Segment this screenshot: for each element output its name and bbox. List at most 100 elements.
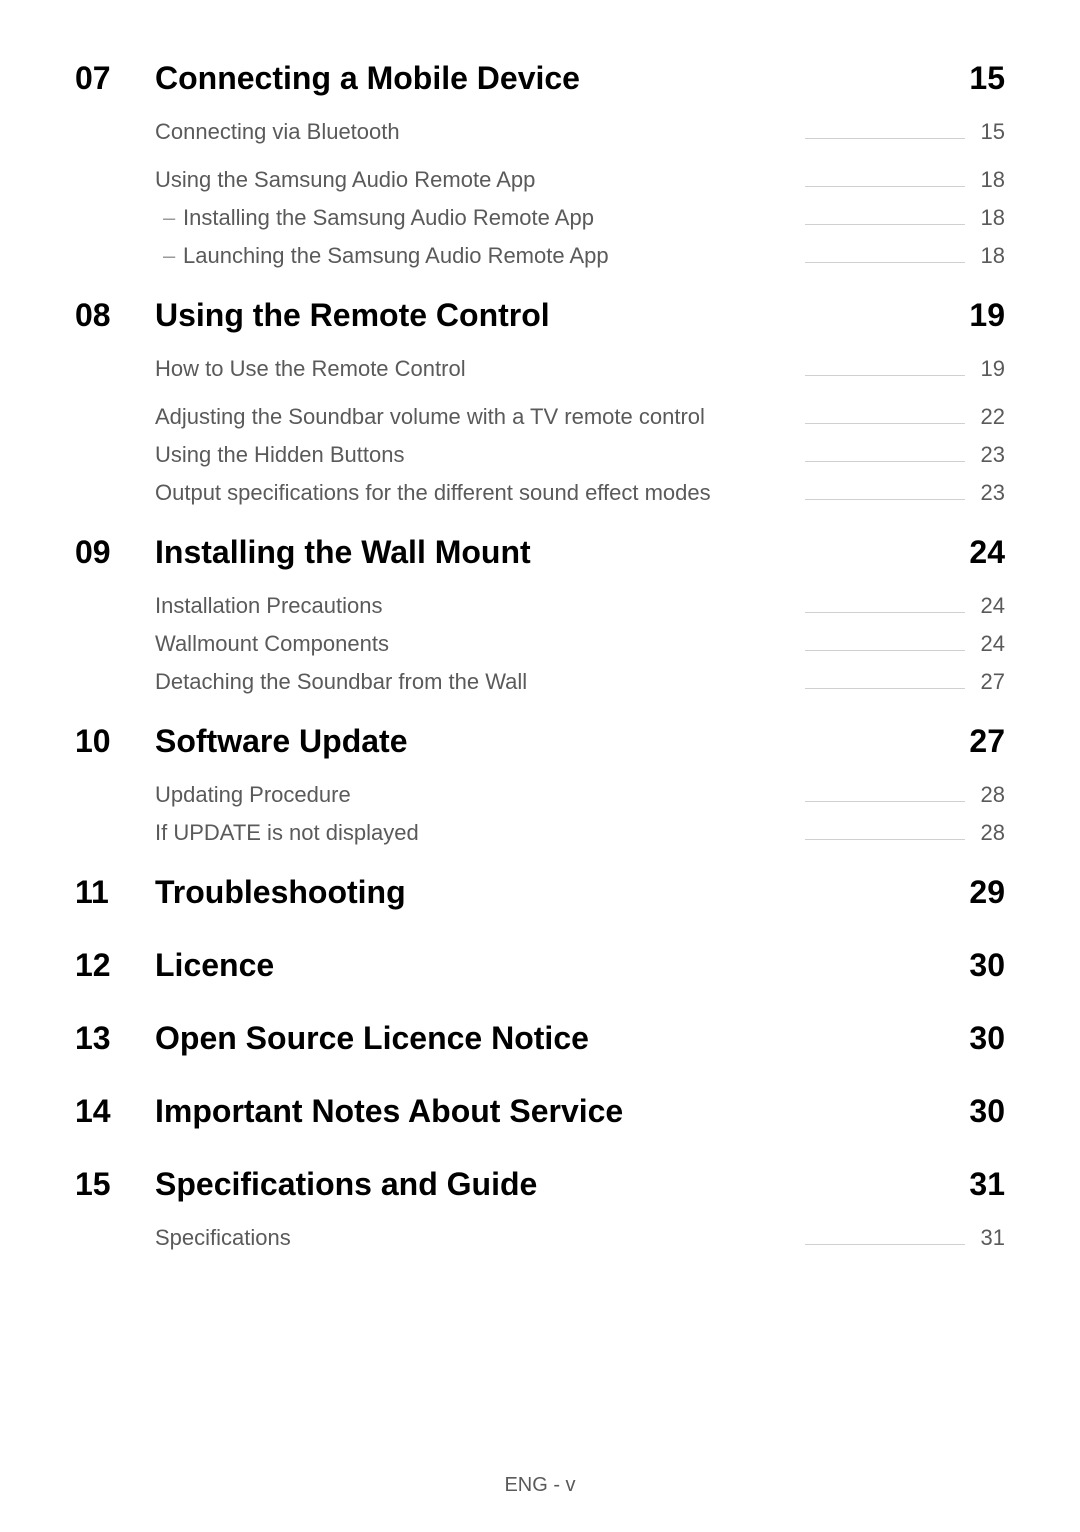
toc-subsection-page: 27 xyxy=(975,669,1005,695)
toc-subsection-title: Wallmount Components xyxy=(155,631,389,657)
toc-section: 10Software Update27Updating Procedure28I… xyxy=(75,723,1005,846)
toc-subsection[interactable]: Updating Procedure 28 xyxy=(155,782,1005,808)
toc-subsection-page: 28 xyxy=(975,820,1005,846)
toc-subsection[interactable]: Connecting via Bluetooth 15 xyxy=(155,119,1005,145)
table-of-contents: 07Connecting a Mobile Device15Connecting… xyxy=(75,60,1005,1251)
toc-subsection[interactable]: How to Use the Remote Control 19 xyxy=(155,356,1005,382)
toc-section-title: Troubleshooting xyxy=(155,874,955,911)
toc-section: 09Installing the Wall Mount24Installatio… xyxy=(75,534,1005,695)
toc-subsection-list: Connecting via Bluetooth 15 Using the Sams… xyxy=(155,119,1005,269)
toc-subsection[interactable]: Using the Hidden Buttons 23 xyxy=(155,442,1005,468)
toc-subsection-page: 22 xyxy=(975,404,1005,430)
toc-subsection-page: 18 xyxy=(975,167,1005,193)
toc-section-title: Software Update xyxy=(155,723,955,760)
toc-leader-line xyxy=(805,612,965,613)
toc-section-number: 14 xyxy=(75,1093,155,1130)
toc-leader-line xyxy=(805,801,965,802)
toc-subsection-title: Adjusting the Soundbar volume with a TV … xyxy=(155,404,705,430)
toc-section-number: 09 xyxy=(75,534,155,571)
toc-subsection-title: Updating Procedure xyxy=(155,782,351,808)
toc-subsection-title: Connecting via Bluetooth xyxy=(155,119,400,145)
toc-section-number: 07 xyxy=(75,60,155,97)
toc-section-header[interactable]: 15Specifications and Guide31 xyxy=(75,1166,1005,1203)
toc-leader-line xyxy=(805,688,965,689)
toc-section-page: 24 xyxy=(955,534,1005,571)
toc-leader-line xyxy=(805,839,965,840)
toc-subsection-title: Specifications xyxy=(155,1225,291,1251)
toc-subsection-title: Installing the Samsung Audio Remote App xyxy=(155,205,594,231)
toc-section: 07Connecting a Mobile Device15Connecting… xyxy=(75,60,1005,269)
toc-section-page: 19 xyxy=(955,297,1005,334)
toc-leader-line xyxy=(805,650,965,651)
toc-leader-line xyxy=(805,138,965,139)
toc-section-title: Open Source Licence Notice xyxy=(155,1020,955,1057)
toc-section-number: 11 xyxy=(75,874,155,911)
toc-section-number: 13 xyxy=(75,1020,155,1057)
toc-subsection[interactable]: If UPDATE is not displayed 28 xyxy=(155,820,1005,846)
toc-section-header[interactable]: 09Installing the Wall Mount24 xyxy=(75,534,1005,571)
toc-section-header[interactable]: 10Software Update27 xyxy=(75,723,1005,760)
toc-section: 08Using the Remote Control19How to Use t… xyxy=(75,297,1005,506)
toc-subsection-list: Updating Procedure28If UPDATE is not dis… xyxy=(155,782,1005,846)
toc-subsection-page: 28 xyxy=(975,782,1005,808)
toc-subsection[interactable]: Installing the Samsung Audio Remote App 1… xyxy=(155,205,1005,231)
toc-subsection-list: How to Use the Remote Control 19 Adjusting… xyxy=(155,356,1005,506)
toc-subsection-page: 18 xyxy=(975,243,1005,269)
toc-section-header[interactable]: 08Using the Remote Control19 xyxy=(75,297,1005,334)
toc-section: 11Troubleshooting29 xyxy=(75,874,1005,911)
toc-leader-line xyxy=(805,423,965,424)
toc-section-header[interactable]: 13Open Source Licence Notice30 xyxy=(75,1020,1005,1057)
toc-leader-line xyxy=(805,1244,965,1245)
toc-section-header[interactable]: 12Licence30 xyxy=(75,947,1005,984)
toc-section-title: Connecting a Mobile Device xyxy=(155,60,955,97)
toc-section-title: Specifications and Guide xyxy=(155,1166,955,1203)
toc-subsection-page: 24 xyxy=(975,631,1005,657)
toc-section-number: 12 xyxy=(75,947,155,984)
toc-subsection-list: Specifications 31 xyxy=(155,1225,1005,1251)
toc-section-header[interactable]: 07Connecting a Mobile Device15 xyxy=(75,60,1005,97)
toc-subsection[interactable]: Using the Samsung Audio Remote App 18 xyxy=(155,167,1005,193)
toc-section-page: 30 xyxy=(955,1093,1005,1130)
toc-subsection-title: Using the Samsung Audio Remote App xyxy=(155,167,535,193)
toc-section-page: 31 xyxy=(955,1166,1005,1203)
toc-subsection[interactable]: Adjusting the Soundbar volume with a TV … xyxy=(155,404,1005,430)
toc-section-title: Licence xyxy=(155,947,955,984)
toc-subsection-page: 23 xyxy=(975,480,1005,506)
toc-section-page: 27 xyxy=(955,723,1005,760)
toc-section: 13Open Source Licence Notice30 xyxy=(75,1020,1005,1057)
toc-section: 15Specifications and Guide31Specificatio… xyxy=(75,1166,1005,1251)
toc-subsection[interactable]: Launching the Samsung Audio Remote App 18 xyxy=(155,243,1005,269)
toc-subsection-page: 15 xyxy=(975,119,1005,145)
toc-subsection-title: Using the Hidden Buttons xyxy=(155,442,405,468)
toc-subsection[interactable]: Specifications 31 xyxy=(155,1225,1005,1251)
toc-leader-line xyxy=(805,224,965,225)
toc-subsection[interactable]: Wallmount Components 24 xyxy=(155,631,1005,657)
toc-subsection-title: How to Use the Remote Control xyxy=(155,356,466,382)
toc-section-number: 10 xyxy=(75,723,155,760)
toc-section-header[interactable]: 11Troubleshooting29 xyxy=(75,874,1005,911)
toc-subsection[interactable]: Detaching the Soundbar from the Wall27 xyxy=(155,669,1005,695)
toc-leader-line xyxy=(805,499,965,500)
toc-subsection-page: 19 xyxy=(975,356,1005,382)
toc-section-title: Using the Remote Control xyxy=(155,297,955,334)
toc-section-title: Important Notes About Service xyxy=(155,1093,955,1130)
toc-section: 14Important Notes About Service30 xyxy=(75,1093,1005,1130)
toc-subsection-list: Installation Precautions24Wallmount Comp… xyxy=(155,593,1005,695)
toc-subsection-title: Launching the Samsung Audio Remote App xyxy=(155,243,609,269)
toc-subsection-title: If UPDATE is not displayed xyxy=(155,820,419,846)
toc-subsection-title: Installation Precautions xyxy=(155,593,382,619)
toc-subsection-page: 18 xyxy=(975,205,1005,231)
toc-subsection-page: 23 xyxy=(975,442,1005,468)
toc-leader-line xyxy=(805,186,965,187)
toc-subsection-title: Output specifications for the different … xyxy=(155,480,711,506)
toc-section-title: Installing the Wall Mount xyxy=(155,534,955,571)
toc-section-number: 15 xyxy=(75,1166,155,1203)
toc-subsection-page: 31 xyxy=(975,1225,1005,1251)
toc-leader-line xyxy=(805,262,965,263)
toc-subsection[interactable]: Output specifications for the different … xyxy=(155,480,1005,506)
toc-section-header[interactable]: 14Important Notes About Service30 xyxy=(75,1093,1005,1130)
toc-section-page: 29 xyxy=(955,874,1005,911)
toc-section-number: 08 xyxy=(75,297,155,334)
toc-subsection[interactable]: Installation Precautions24 xyxy=(155,593,1005,619)
toc-section-page: 30 xyxy=(955,947,1005,984)
